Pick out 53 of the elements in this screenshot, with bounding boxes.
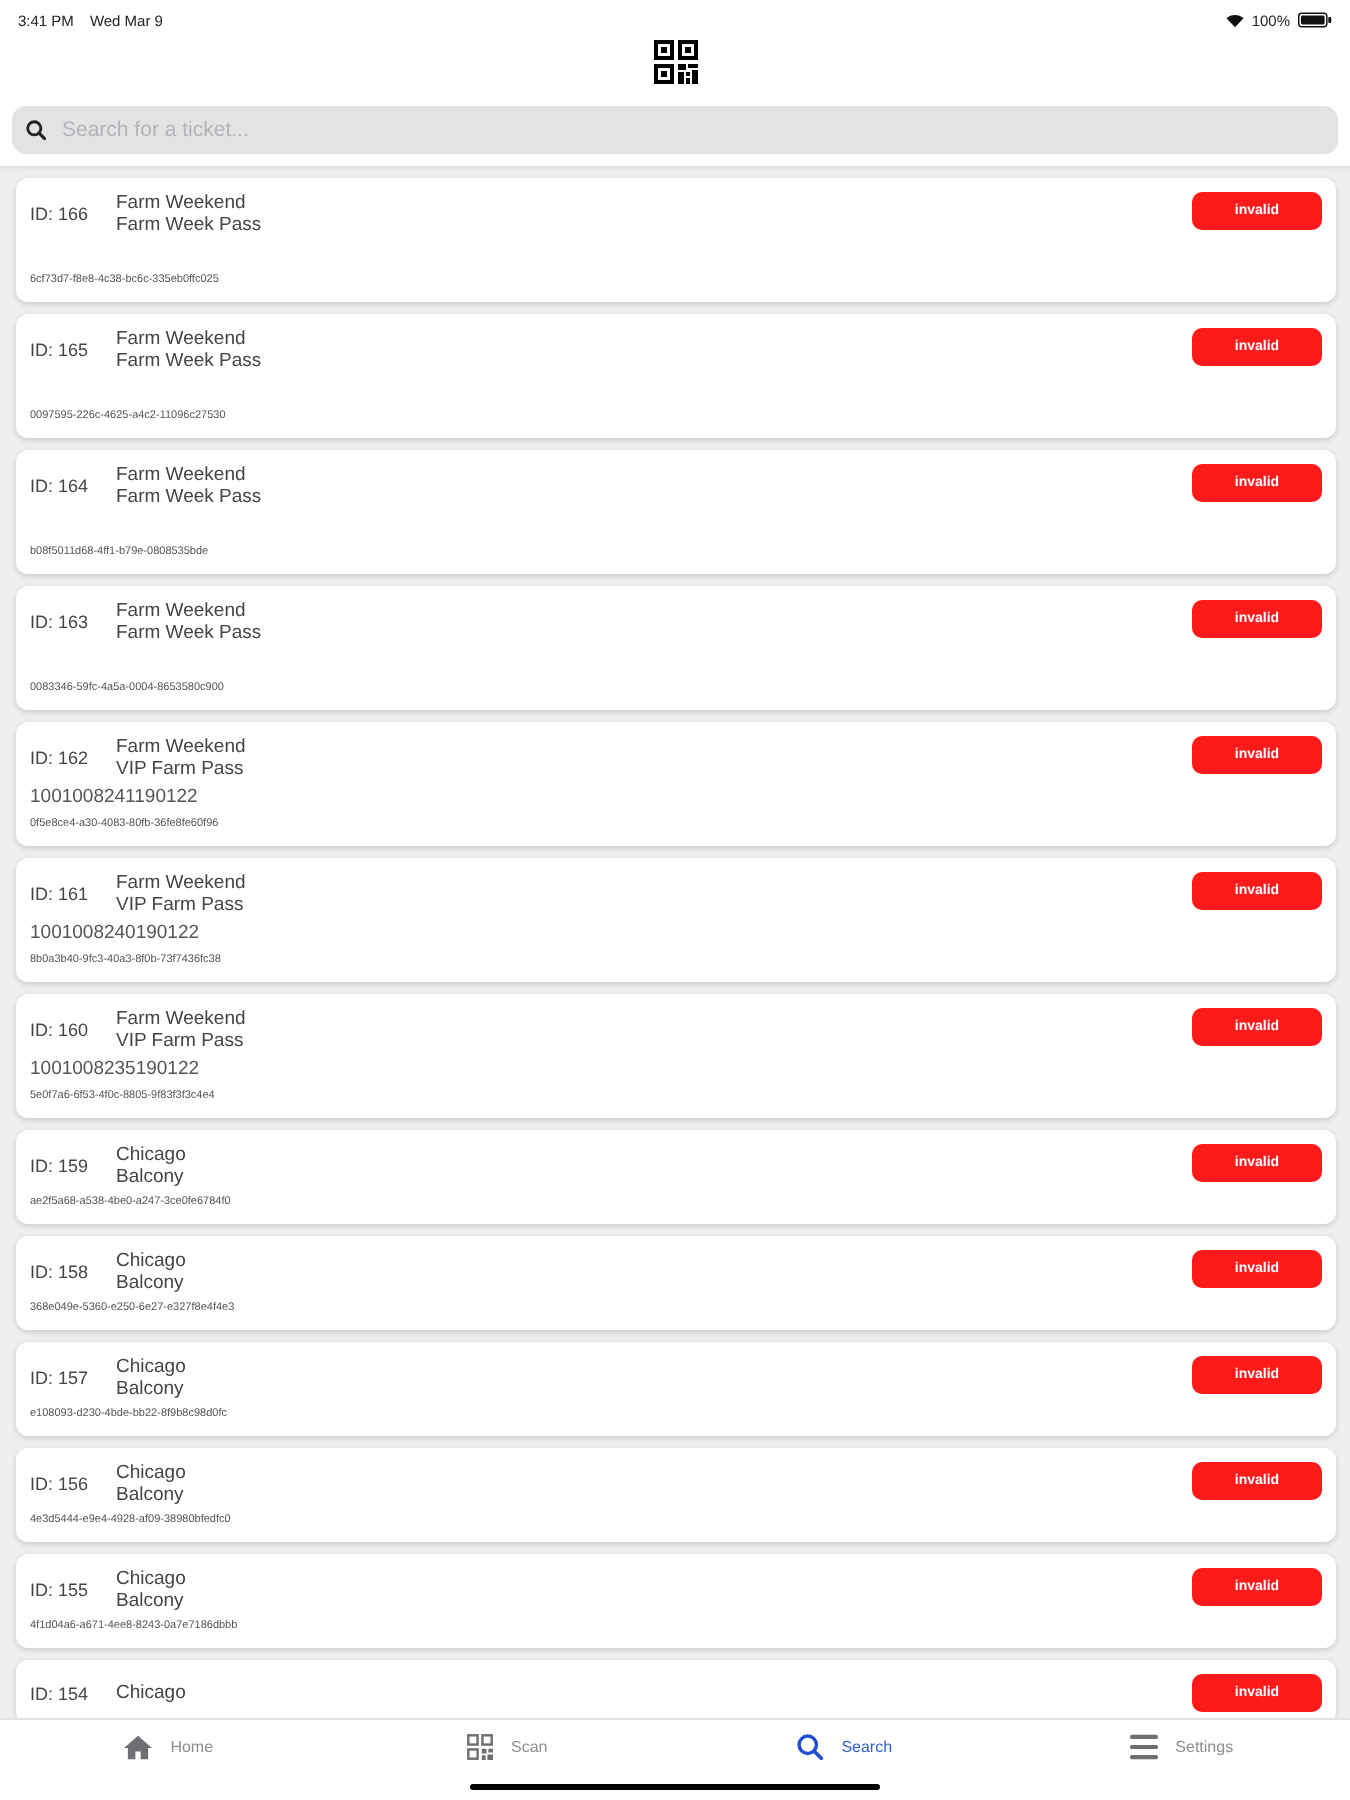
menu-icon <box>1129 1734 1158 1760</box>
event-name: Chicago <box>116 1682 188 1704</box>
barcode-number: 1001008241190122 <box>30 786 198 808</box>
search-icon <box>795 1734 824 1760</box>
qr-code-icon <box>653 40 697 84</box>
scan-tab[interactable]: Scan <box>465 1734 548 1760</box>
home-icon <box>124 1734 153 1760</box>
ticket-id: ID: 157 <box>30 1368 91 1388</box>
ticket-id: ID: 163 <box>30 612 91 632</box>
ticket-type: Balcony <box>116 1378 186 1400</box>
event-name: Chicago <box>116 1144 188 1166</box>
barcode-number: 1001008240190122 <box>30 922 200 944</box>
ticket-type: Balcony <box>116 1484 186 1506</box>
event-name: Chicago <box>116 1356 188 1378</box>
home-tab[interactable]: Home <box>124 1734 214 1760</box>
ticket-id: ID: 165 <box>30 340 91 360</box>
ticket-type: Balcony <box>116 1166 186 1188</box>
event-name: Chicago <box>116 1250 188 1272</box>
ticket-id: ID: 158 <box>30 1262 91 1282</box>
ticket-id: ID: 161 <box>30 884 91 904</box>
ticket-type: Balcony <box>116 1590 186 1612</box>
ticket-type: Farm Week Pass <box>116 622 264 644</box>
ticket-id: ID: 166 <box>30 204 91 224</box>
ticket-id: ID: 155 <box>30 1580 91 1600</box>
battery-icon <box>1298 12 1332 28</box>
barcode-number: 1001008235190122 <box>30 1058 200 1080</box>
settings-tab[interactable]: Settings <box>1129 1734 1234 1760</box>
event-name: Farm Weekend <box>116 600 248 622</box>
ticket-type: Farm Week Pass <box>116 486 264 508</box>
event-name: Farm Weekend <box>116 1008 248 1030</box>
event-name: Farm Weekend <box>116 464 248 486</box>
ticket-type: VIP Farm Pass <box>116 1030 246 1052</box>
event-name: Farm Weekend <box>116 736 248 758</box>
event-name: Farm Weekend <box>116 328 248 350</box>
ticket-type: VIP Farm Pass <box>116 758 246 780</box>
ticket-id: ID: 156 <box>30 1474 91 1494</box>
ticket-id: ID: 160 <box>30 1020 91 1040</box>
ticket-type: Farm Week Pass <box>116 350 264 372</box>
event-name: Chicago <box>116 1568 188 1590</box>
ticket-id: ID: 159 <box>30 1156 91 1176</box>
search-tab[interactable]: Search <box>795 1734 893 1760</box>
ticket-id: ID: 162 <box>30 748 91 768</box>
qr-code-icon <box>465 1734 493 1760</box>
search-icon <box>26 120 46 140</box>
event-name: Chicago <box>116 1462 188 1484</box>
ticket-type: VIP Farm Pass <box>116 894 246 916</box>
ticket-type: Balcony <box>116 1272 186 1294</box>
ticket-type: Farm Week Pass <box>116 214 264 236</box>
event-name: Farm Weekend <box>116 192 248 214</box>
ticket-id: ID: 154 <box>30 1683 91 1703</box>
wifi-icon <box>1225 13 1244 27</box>
event-name: Farm Weekend <box>116 872 248 894</box>
ticket-id: ID: 164 <box>30 476 91 496</box>
